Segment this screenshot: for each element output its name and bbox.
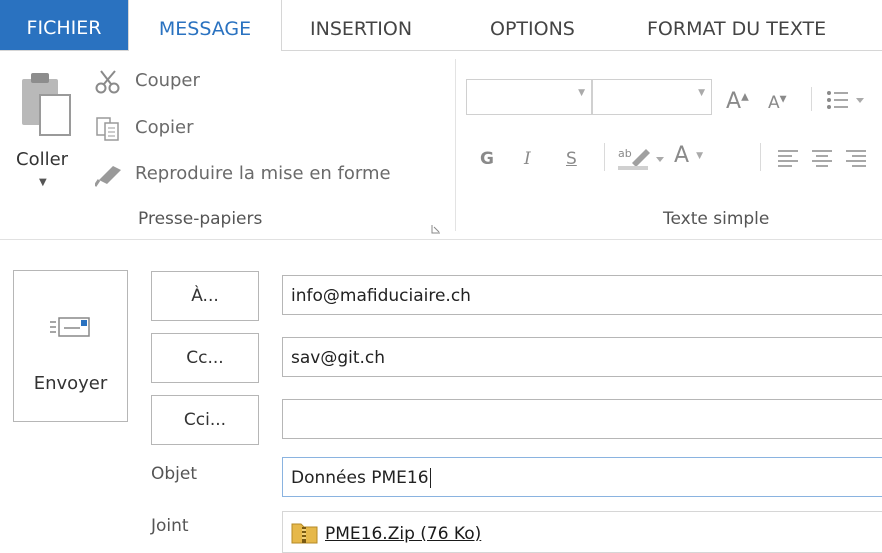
- paste-button[interactable]: Coller ▼: [14, 65, 82, 205]
- bold-button[interactable]: G: [480, 149, 494, 169]
- bcc-button[interactable]: Cci...: [151, 395, 259, 445]
- align-left-button[interactable]: [776, 147, 800, 174]
- grow-font-button[interactable]: A▲: [726, 89, 749, 114]
- clipboard-icon: [20, 71, 76, 147]
- attachment-field: PME16.Zip (76 Ko): [282, 511, 882, 553]
- align-right-icon: [844, 150, 868, 174]
- underline-button[interactable]: S: [566, 149, 577, 169]
- tab-format-text[interactable]: FORMAT DU TEXTE: [647, 0, 826, 50]
- chevron-down-icon: ▼: [578, 88, 585, 98]
- cc-button[interactable]: Cc...: [151, 333, 259, 383]
- format-painter-label: Reproduire la mise en forme: [135, 163, 391, 184]
- tab-options[interactable]: OPTIONS: [490, 0, 575, 50]
- svg-text:ab: ab: [618, 147, 632, 160]
- font-size-combo[interactable]: ▼: [592, 79, 712, 115]
- align-center-icon: [810, 150, 834, 174]
- tab-file[interactable]: FICHIER: [0, 0, 128, 50]
- align-right-button[interactable]: [844, 147, 868, 174]
- chevron-down-icon: ▼: [698, 88, 705, 98]
- font-color-button[interactable]: A ▼: [674, 143, 703, 168]
- group-divider: [455, 59, 456, 231]
- cut-label: Couper: [135, 70, 200, 91]
- format-painter-icon: [93, 162, 125, 193]
- ribbon-tabs: FICHIER MESSAGE INSERTION OPTIONS FORMAT…: [0, 0, 882, 51]
- attachment-link[interactable]: PME16.Zip (76 Ko): [325, 524, 481, 544]
- send-label: Envoyer: [33, 373, 108, 394]
- bullets-button[interactable]: [826, 89, 866, 116]
- basic-text-group-label: Texte simple: [663, 209, 770, 229]
- ribbon: Coller ▼ Couper Copier Reproduire la mis…: [0, 50, 882, 240]
- subject-field[interactable]: Données PME16: [282, 457, 882, 497]
- send-icon: [50, 315, 94, 345]
- cc-field[interactable]: sav@git.ch: [282, 337, 882, 377]
- clipboard-group-label: Presse-papiers: [138, 209, 263, 229]
- to-button[interactable]: À...: [151, 271, 259, 321]
- divider: [604, 143, 605, 171]
- tab-message[interactable]: MESSAGE: [128, 0, 282, 51]
- subject-label: Objet: [151, 464, 198, 484]
- divider: [811, 87, 812, 111]
- chevron-down-icon[interactable]: ▼: [39, 177, 47, 188]
- bullet-list-icon: [826, 91, 866, 116]
- highlighter-icon: ab: [616, 147, 666, 176]
- dialog-launcher-icon[interactable]: [431, 219, 441, 234]
- align-left-icon: [776, 150, 800, 174]
- align-center-button[interactable]: [810, 147, 834, 174]
- font-name-combo[interactable]: ▼: [466, 79, 592, 115]
- chevron-down-icon: ▼: [696, 151, 703, 161]
- scissors-icon: [95, 69, 123, 100]
- shrink-font-button[interactable]: A▼: [768, 93, 787, 113]
- highlight-button[interactable]: ab: [616, 145, 666, 176]
- copy-icon: [95, 116, 123, 147]
- italic-button[interactable]: I: [524, 149, 531, 169]
- send-button[interactable]: Envoyer: [13, 270, 128, 422]
- divider: [760, 143, 761, 171]
- paste-label: Coller: [16, 149, 69, 170]
- copy-label: Copier: [135, 117, 194, 138]
- subject-text: Données PME16: [291, 468, 429, 488]
- attachment-label: Joint: [151, 516, 189, 536]
- bcc-field[interactable]: [282, 399, 882, 439]
- to-field[interactable]: info@mafiduciaire.ch: [282, 275, 882, 315]
- text-cursor: [429, 468, 431, 488]
- zip-file-icon: [291, 520, 319, 548]
- tab-insert[interactable]: INSERTION: [310, 0, 412, 50]
